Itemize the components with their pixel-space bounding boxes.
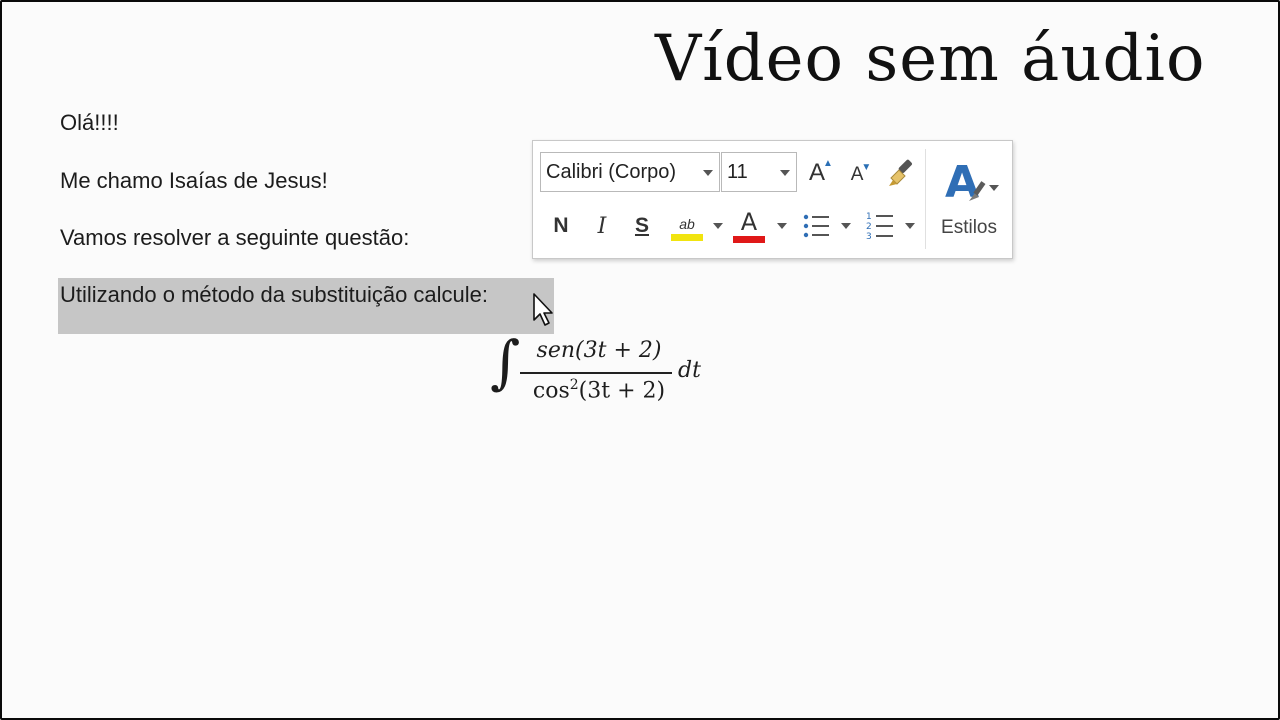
caret-down-icon: ▼ xyxy=(861,161,872,173)
bullets-dropdown-arrow[interactable] xyxy=(841,223,851,229)
integral-equation[interactable]: ∫ sen(3t + 2) cos2(3t + 2) dt xyxy=(490,328,730,408)
format-painter-button[interactable] xyxy=(883,153,921,193)
fraction-denominator: cos2(3t + 2) xyxy=(520,377,678,403)
styles-icon: A xyxy=(939,157,999,211)
chevron-down-icon[interactable] xyxy=(780,170,790,176)
font-color-icon: A xyxy=(740,207,758,236)
highlight-dropdown-arrow[interactable] xyxy=(713,223,723,229)
font-size-combobox[interactable]: 11 xyxy=(721,152,797,192)
differential: dt xyxy=(678,358,701,383)
numbering-dropdown-arrow[interactable] xyxy=(905,223,915,229)
integral-sign: ∫ xyxy=(490,328,521,396)
document-line-greeting[interactable]: Olá!!!! xyxy=(60,110,119,136)
fraction-bar xyxy=(520,372,672,374)
document-line-introduction[interactable]: Me chamo Isaías de Jesus! xyxy=(60,168,328,194)
shrink-font-button[interactable]: A ▼ xyxy=(847,159,877,191)
bullet-list-icon xyxy=(803,214,829,238)
font-color-button[interactable]: A xyxy=(731,205,767,247)
svg-text:1: 1 xyxy=(866,212,872,222)
denominator-exponent: 2 xyxy=(569,377,579,393)
format-painter-icon xyxy=(889,159,912,186)
styles-label: Estilos xyxy=(941,217,997,238)
fraction-numerator: sen(3t + 2) xyxy=(536,338,662,363)
font-color-swatch xyxy=(733,235,765,243)
font-name-value: Calibri (Corpo) xyxy=(546,161,677,183)
highlight-color-swatch xyxy=(671,233,703,241)
highlight-color-button[interactable]: ab xyxy=(667,205,707,247)
grow-font-button[interactable]: A ▲ xyxy=(805,155,839,191)
document-line-selected-question[interactable]: Utilizando o método da substituição calc… xyxy=(60,282,488,308)
document-line-prompt[interactable]: Vamos resolver a seguinte questão: xyxy=(60,225,409,251)
svg-text:2: 2 xyxy=(866,222,872,232)
toolbar-separator xyxy=(925,149,926,249)
highlighter-icon: ab xyxy=(679,215,695,232)
video-overlay-title: Vídeo sem áudio xyxy=(655,22,1206,96)
numbering-button[interactable]: 1 2 3 xyxy=(863,205,899,247)
underline-button[interactable]: S xyxy=(629,205,655,247)
numbered-list-icon: 1 2 3 xyxy=(866,212,893,242)
mouse-pointer-icon xyxy=(533,293,553,326)
chevron-down-icon[interactable] xyxy=(703,170,713,176)
brush-icon xyxy=(969,181,986,201)
denominator-base: cos xyxy=(532,378,570,404)
caret-up-icon: ▲ xyxy=(823,157,833,169)
font-name-combobox[interactable]: Calibri (Corpo) xyxy=(540,152,720,192)
bold-button[interactable]: N xyxy=(547,205,575,247)
chevron-down-icon[interactable] xyxy=(989,185,999,191)
styles-button[interactable]: A Estilos xyxy=(933,149,1005,251)
font-size-value: 11 xyxy=(727,161,748,183)
mini-formatting-toolbar: Calibri (Corpo) 11 A ▲ A ▼ A Estilos N I S xyxy=(532,140,1013,259)
italic-button[interactable]: I xyxy=(589,205,615,247)
svg-text:3: 3 xyxy=(866,232,872,242)
font-color-dropdown-arrow[interactable] xyxy=(777,223,787,229)
bullets-button[interactable] xyxy=(799,205,835,247)
denominator-argument: (3t + 2) xyxy=(578,378,666,404)
